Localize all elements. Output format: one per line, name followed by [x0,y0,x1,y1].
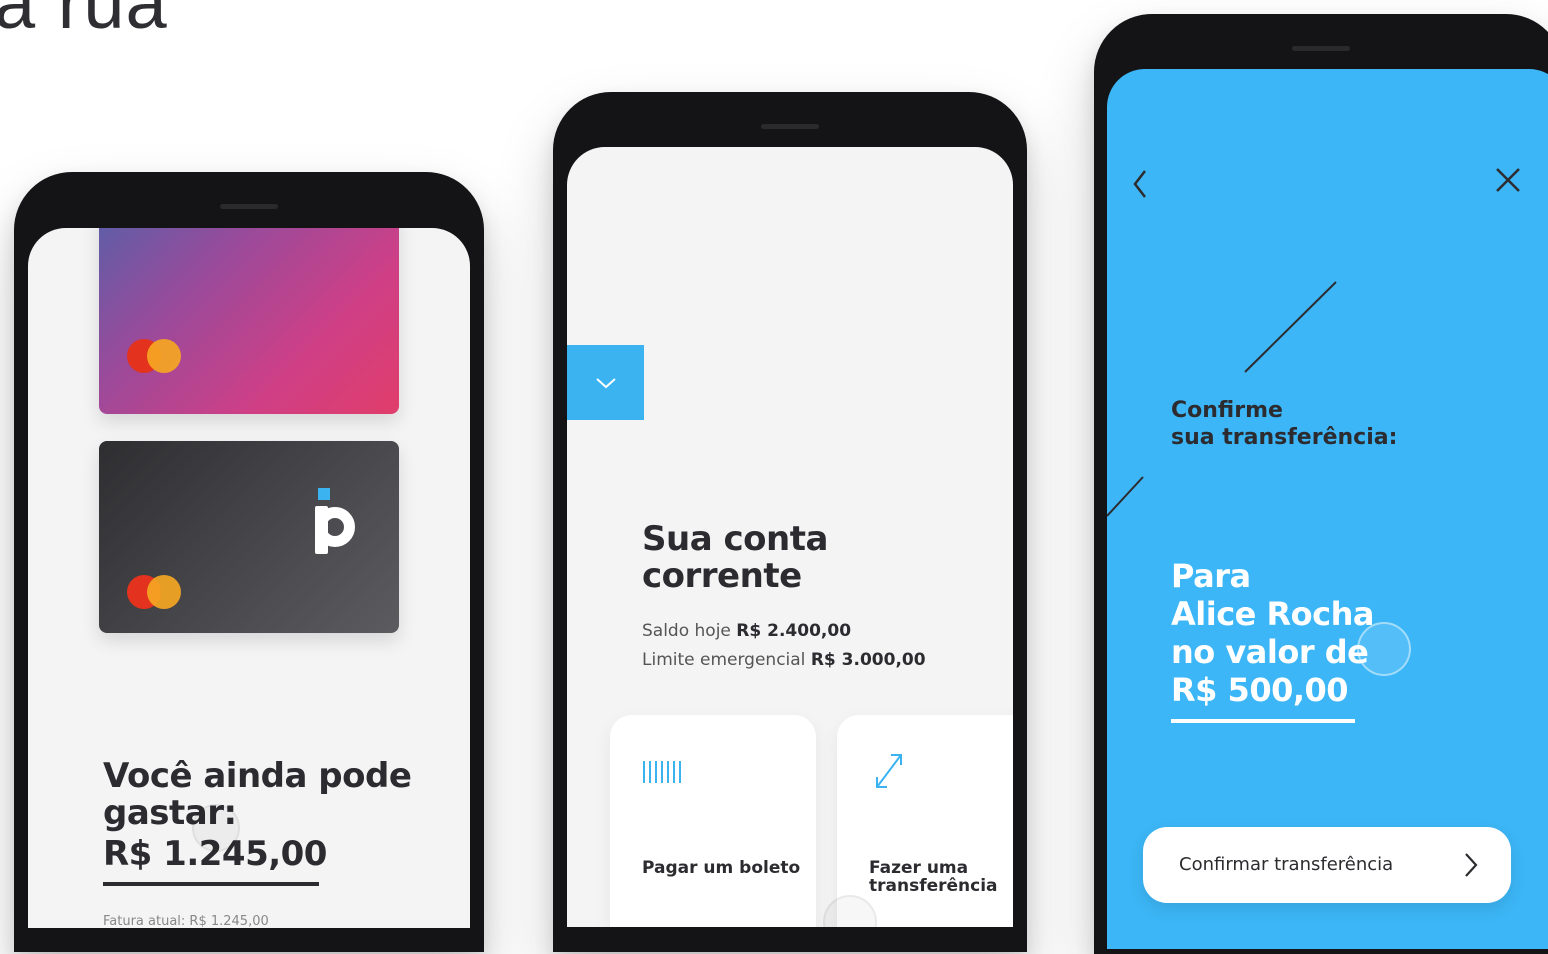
amount-underline [1171,719,1355,723]
expand-button[interactable] [567,345,644,420]
action-transfer[interactable]: Fazer uma transferência [837,715,1013,927]
cards-screen: Você ainda pode gastar: R$ 1.245,00 Fatu… [28,228,470,928]
balance-row: Saldo hoje R$ 2.400,00 [642,621,851,641]
barcode-icon [643,761,681,783]
action-label: Fazer uma transferência [869,858,998,896]
action-pay-bill[interactable]: Pagar um boleto [610,715,816,927]
back-chevron-icon[interactable] [1129,167,1153,201]
confirm-title: Confirme sua transferência: [1171,397,1471,451]
chevron-down-icon [595,377,616,388]
amount-underline [103,882,319,886]
brand-p-logo-icon [313,488,363,558]
touch-ripple [1357,622,1411,676]
account-title: Sua conta corrente [642,519,828,596]
limit-row: Limite emergencial R$ 3.000,00 [642,650,926,670]
credit-card-pink[interactable] [99,228,399,414]
transfer-amount: R$ 500,00 [1171,671,1349,709]
phone-speaker [220,204,278,209]
mastercard-logo-icon [127,575,181,609]
phone-speaker [761,124,819,129]
balance-value: R$ 2.400,00 [736,621,852,641]
account-screen: Sua conta corrente Saldo hoje R$ 2.400,0… [567,147,1013,927]
phone-account: Sua conta corrente Saldo hoje R$ 2.400,0… [553,92,1027,952]
chevron-right-icon [1465,853,1478,877]
close-icon[interactable] [1493,165,1523,195]
page-heading: a rua [0,0,168,44]
transfer-recipient-prefix: Para [1171,557,1251,595]
phone-transfer: Confirme sua transferência: Para Alice R… [1094,14,1548,954]
transfer-screen: Confirme sua transferência: Para Alice R… [1107,69,1548,949]
transfer-recipient-name: Alice Rocha [1171,595,1374,633]
confirm-button-label: Confirmar transferência [1179,854,1394,875]
confirm-title-line: sua transferência: [1171,425,1398,450]
invoice-text: Fatura atual: R$ 1.245,00 [103,914,269,928]
phone-speaker [1292,46,1350,51]
mastercard-logo-icon [127,339,181,373]
credit-card-dark[interactable] [99,441,399,633]
transfer-arrows-icon [876,754,902,788]
confirm-transfer-button[interactable]: Confirmar transferência [1143,827,1511,903]
spend-title: Você ainda pode gastar: [103,756,412,833]
phone-cards: Você ainda pode gastar: R$ 1.245,00 Fatu… [14,172,484,952]
limit-label: Limite emergencial [642,650,806,670]
touch-ripple [192,804,240,852]
transfer-value-prefix: no valor de [1171,633,1369,671]
limit-value: R$ 3.000,00 [810,650,926,670]
confirm-title-line: Confirme [1171,398,1283,423]
balance-label: Saldo hoje [642,621,731,641]
action-label: Pagar um boleto [642,858,801,878]
